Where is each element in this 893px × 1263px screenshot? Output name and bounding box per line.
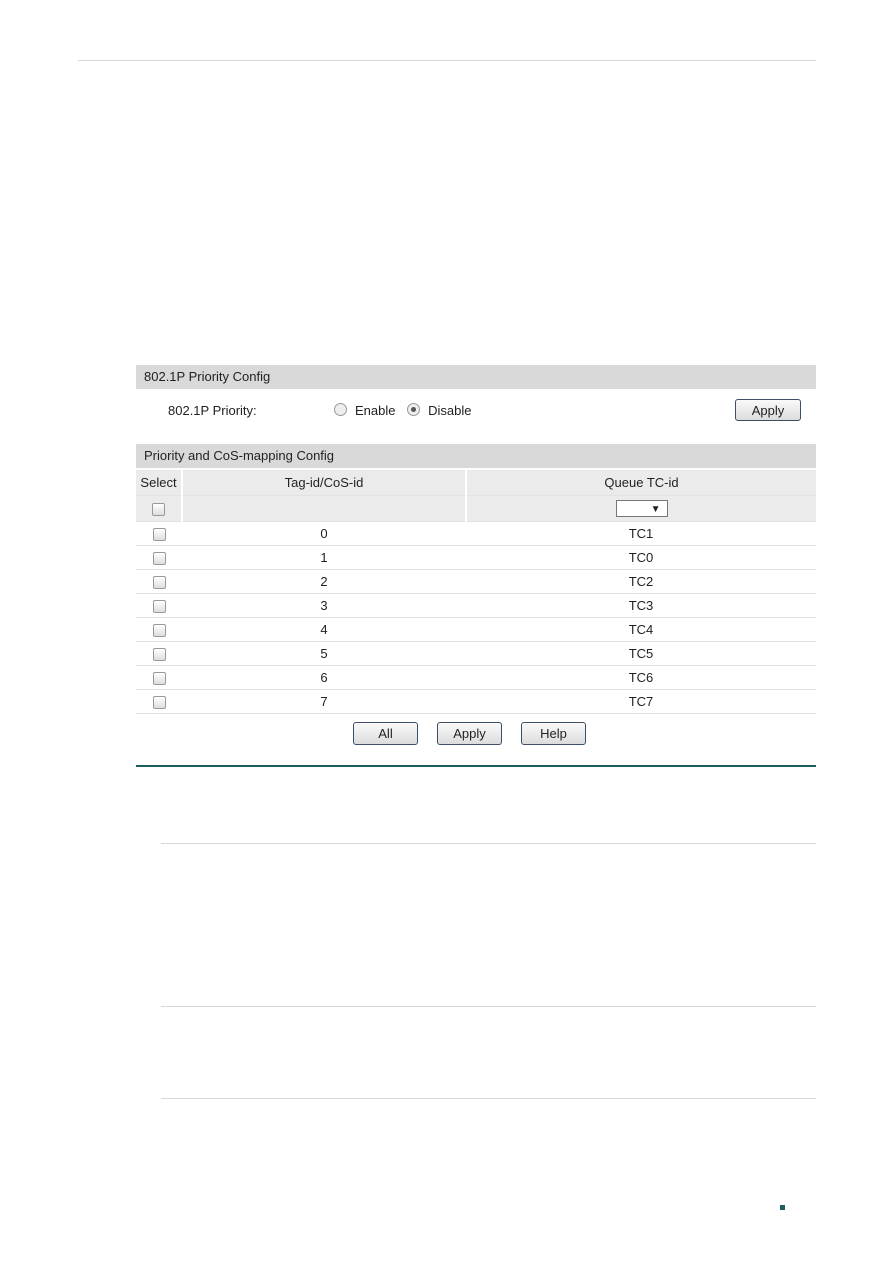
row-checkbox[interactable] <box>152 576 166 590</box>
tag-cell: 2 <box>182 569 466 594</box>
table-row: 3 TC3 <box>136 593 816 618</box>
queue-select[interactable]: ▼ <box>615 500 668 518</box>
radio-selected-icon[interactable] <box>407 403 421 416</box>
row-checkbox[interactable] <box>152 696 166 710</box>
queue-cell: TC1 <box>466 521 816 546</box>
queue-cell: TC6 <box>466 665 816 690</box>
divider <box>161 1098 816 1099</box>
tag-cell: 5 <box>182 641 466 666</box>
queue-cell: TC7 <box>466 689 816 714</box>
row-checkbox[interactable] <box>152 528 166 542</box>
table-row: 4 TC4 <box>136 617 816 642</box>
priority-apply-button[interactable]: Apply <box>735 399 801 421</box>
apply-button[interactable]: Apply <box>437 722 502 745</box>
table-row: 6 TC6 <box>136 665 816 690</box>
enable-radio[interactable]: Enable <box>334 403 395 418</box>
select-all-checkbox[interactable] <box>152 503 165 517</box>
page-marker-icon <box>780 1205 785 1210</box>
help-button[interactable]: Help <box>521 722 586 745</box>
tag-cell: 7 <box>182 689 466 714</box>
table-row: 7 TC7 <box>136 689 816 714</box>
row-checkbox[interactable] <box>152 648 166 662</box>
queue-cell: TC0 <box>466 545 816 570</box>
table-row: 5 TC5 <box>136 641 816 666</box>
all-button[interactable]: All <box>353 722 418 745</box>
column-header-tag: Tag-id/CoS-id <box>182 470 467 496</box>
tag-cell: 4 <box>182 617 466 642</box>
priority-config-header: 802.1P Priority Config <box>136 365 816 389</box>
row-checkbox[interactable] <box>152 600 166 614</box>
priority-label: 802.1P Priority: <box>168 403 257 418</box>
divider <box>161 843 816 844</box>
tag-cell: 0 <box>182 521 466 546</box>
column-header-select: Select <box>136 470 183 496</box>
disable-radio[interactable]: Disable <box>407 403 471 418</box>
tag-cell: 6 <box>182 665 466 690</box>
radio-icon[interactable] <box>334 403 347 416</box>
priority-radio-group: Enable Disable <box>334 403 471 418</box>
table-row: 0 TC1 <box>136 521 816 546</box>
mapping-config-header: Priority and CoS-mapping Config <box>136 444 816 468</box>
table-row: 1 TC0 <box>136 545 816 570</box>
mapping-table: Select Tag-id/CoS-id Queue TC-id ▼ 0 TC1 1… <box>136 470 816 714</box>
filter-row: ▼ <box>136 495 816 522</box>
queue-cell: TC2 <box>466 569 816 594</box>
row-checkbox[interactable] <box>152 624 166 638</box>
row-checkbox[interactable] <box>152 552 166 566</box>
row-checkbox[interactable] <box>152 672 166 686</box>
divider <box>161 1006 816 1007</box>
table-header-row: Select Tag-id/CoS-id Queue TC-id <box>136 470 816 496</box>
accent-rule <box>136 765 816 767</box>
tag-cell: 1 <box>182 545 466 570</box>
top-rule <box>78 60 816 61</box>
tag-cell: 3 <box>182 593 466 618</box>
queue-cell: TC5 <box>466 641 816 666</box>
queue-cell: TC4 <box>466 617 816 642</box>
table-row: 2 TC2 <box>136 569 816 594</box>
queue-cell: TC3 <box>466 593 816 618</box>
triangle-down-icon: ▼ <box>650 504 661 516</box>
column-header-queue: Queue TC-id <box>466 470 816 496</box>
